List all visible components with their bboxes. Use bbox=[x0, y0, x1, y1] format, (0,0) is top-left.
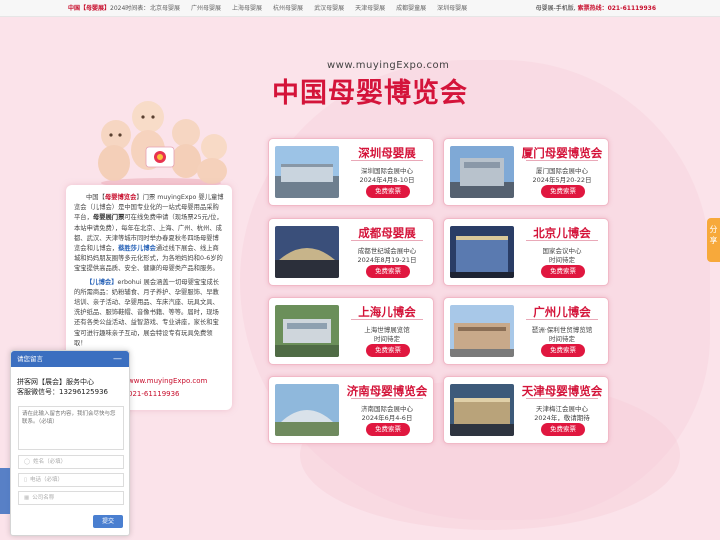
city-link[interactable]: 广州母婴展 bbox=[191, 0, 221, 17]
card-title: 上海儿博会 bbox=[358, 305, 416, 319]
card-date: 2024年5月20-22日 bbox=[532, 176, 592, 184]
footer-phone: 021-61119936 bbox=[128, 390, 180, 398]
card-date: 时间待定 bbox=[374, 335, 400, 343]
card-title: 深圳母婴展 bbox=[358, 146, 416, 160]
expo-card-guangzhou[interactable]: 广州儿博会 琶洲·保利世贸博览馆 时间待定 免费索票 bbox=[443, 297, 609, 365]
expo-card-shenzhen[interactable]: 深圳母婴展 深圳国际会展中心 2024年4月8-10日 免费索票 bbox=[268, 138, 434, 206]
schedule-title: 中国【母婴展】2024时间表： bbox=[68, 0, 149, 17]
city-link[interactable]: 武汉母婴展 bbox=[314, 0, 344, 17]
card-divider bbox=[526, 240, 598, 241]
city-link[interactable]: 杭州母婴展 bbox=[273, 0, 303, 17]
free-ticket-button[interactable]: 免费索票 bbox=[366, 344, 410, 357]
venue-photo bbox=[450, 305, 514, 357]
card-date: 2024年4月8-10日 bbox=[359, 176, 415, 184]
venue-photo bbox=[275, 146, 339, 198]
expo-card-xiamen[interactable]: 厦门母婴博览会 厦门国际会展中心 2024年5月20-22日 免费索票 bbox=[443, 138, 609, 206]
venue-photo bbox=[450, 226, 514, 278]
intro-paragraph-1: 中国【母婴博览会】门票 muyingExpo 婴儿童博览会（儿博会）是中国专业化… bbox=[74, 194, 224, 273]
venue-photo bbox=[275, 384, 339, 436]
card-date: 时间待定 bbox=[549, 256, 575, 264]
card-title: 北京儿博会 bbox=[533, 226, 591, 240]
card-date: 2024年，敬请期待 bbox=[534, 414, 590, 422]
chat-title: 请您留言 bbox=[17, 355, 43, 363]
expo-card-shanghai[interactable]: 上海儿博会 上海世博展览馆 时间待定 免费索票 bbox=[268, 297, 434, 365]
expo-card-chengdu[interactable]: 成都母婴展 成都世纪城会展中心 2024年8月19-21日 免费索票 bbox=[268, 218, 434, 286]
chat-header: 请您留言 — bbox=[11, 351, 129, 367]
free-ticket-button[interactable]: 免费索票 bbox=[541, 265, 585, 278]
city-link[interactable]: 上海母婴展 bbox=[232, 0, 262, 17]
card-date: 时间待定 bbox=[549, 335, 575, 343]
venue-photo bbox=[450, 384, 514, 436]
name-field[interactable]: ◯ 姓名（必填） bbox=[18, 455, 124, 469]
card-title: 成都母婴展 bbox=[358, 226, 416, 240]
city-link[interactable]: 深圳母婴展 bbox=[437, 0, 467, 17]
company-field[interactable]: ▦ 公司名称 bbox=[18, 491, 124, 505]
card-date: 2024年6月4-6日 bbox=[361, 414, 413, 422]
card-title: 济南母婴博览会 bbox=[346, 384, 428, 398]
phone-icon: ▯ bbox=[24, 477, 28, 483]
intro-footer: www.muyingExpo.com 021-61119936 bbox=[128, 375, 207, 401]
page-title: 中国母婴博览会 bbox=[272, 78, 468, 109]
card-title: 广州儿博会 bbox=[533, 305, 591, 319]
free-ticket-button[interactable]: 免费索票 bbox=[541, 423, 585, 436]
schedule-prefix: 中国【母婴展】 bbox=[68, 5, 111, 12]
top-bar: 中国【母婴展】2024时间表： 北京母婴展 广州母婴展 上海母婴展 杭州母婴展 … bbox=[0, 0, 720, 17]
card-title: 天津母婴博览会 bbox=[521, 384, 603, 398]
city-link[interactable]: 天津母婴展 bbox=[355, 0, 385, 17]
city-link[interactable]: 成都婴童展 bbox=[396, 0, 426, 17]
top-right: 母婴展-手机版, 索票热线：021-61119936 bbox=[536, 0, 656, 17]
card-divider bbox=[351, 240, 423, 241]
free-ticket-button[interactable]: 免费索票 bbox=[541, 344, 585, 357]
city-links: 北京母婴展 广州母婴展 上海母婴展 杭州母婴展 武汉母婴展 天津母婴展 成都婴童… bbox=[150, 0, 478, 17]
card-divider bbox=[526, 398, 598, 399]
card-divider bbox=[351, 319, 423, 320]
chat-widget: 请您留言 — 拼客网【展会】服务中心 客服微信号：13296125936 ◯姓名… bbox=[10, 350, 130, 536]
hotline-label: 索票热线： bbox=[577, 5, 608, 12]
free-ticket-button[interactable]: 免费索票 bbox=[366, 423, 410, 436]
venue-photo bbox=[450, 146, 514, 198]
free-ticket-button[interactable]: 免费索票 bbox=[366, 265, 410, 278]
chat-info: 拼客网【展会】服务中心 客服微信号：13296125936 bbox=[11, 367, 129, 397]
footer-site[interactable]: www.muyingExpo.com bbox=[128, 375, 207, 388]
minimize-icon[interactable]: — bbox=[113, 351, 122, 367]
expo-card-jinan[interactable]: 济南母婴博览会 济南国际会展中心 2024年6月4-6日 免费索票 bbox=[268, 376, 434, 444]
mobile-version-link[interactable]: 母婴展-手机版, bbox=[536, 5, 576, 12]
user-icon: ◯ bbox=[24, 459, 31, 465]
site-url: www.muyingExpo.com bbox=[327, 60, 450, 71]
chat-service-name: 拼客网【展会】服务中心 bbox=[17, 378, 94, 386]
intro-highlight: 母婴博览会 bbox=[104, 194, 137, 201]
card-title: 厦门母婴博览会 bbox=[521, 146, 603, 160]
venue-photo bbox=[275, 226, 339, 278]
chat-wechat: 客服微信号：13296125936 bbox=[17, 388, 108, 396]
card-divider bbox=[526, 319, 598, 320]
schedule-suffix: 2024时间表： bbox=[110, 5, 150, 12]
submit-button[interactable]: 提交 bbox=[93, 515, 123, 528]
city-link[interactable]: 北京母婴展 bbox=[150, 0, 180, 17]
left-side-tab[interactable] bbox=[0, 468, 10, 514]
phone-field[interactable]: ▯ 电话（必填） bbox=[18, 473, 124, 487]
card-date: 2024年8月19-21日 bbox=[357, 256, 417, 264]
message-input[interactable] bbox=[18, 406, 124, 450]
intro-link[interactable]: 蔡胜莎儿博会 bbox=[118, 245, 156, 252]
building-icon: ▦ bbox=[24, 495, 30, 501]
hotline-number: 021-61119936 bbox=[607, 5, 656, 12]
expo-card-tianjin[interactable]: 天津母婴博览会 天津梅江会展中心 2024年，敬请期待 免费索票 bbox=[443, 376, 609, 444]
expo-card-beijing[interactable]: 北京儿博会 国家会议中心 时间待定 免费索票 bbox=[443, 218, 609, 286]
free-ticket-button[interactable]: 免费索票 bbox=[366, 185, 410, 198]
card-divider bbox=[526, 160, 598, 161]
babies-illustration bbox=[98, 101, 227, 187]
card-divider bbox=[351, 398, 423, 399]
venue-photo bbox=[275, 305, 339, 357]
share-tab[interactable]: 分享 bbox=[707, 218, 720, 262]
intro-paragraph-2: 【儿博会】erbohui 展会涵盖一切母婴宝宝成长的所需商品：奶粉辅食、月子养护… bbox=[74, 278, 220, 347]
free-ticket-button[interactable]: 免费索票 bbox=[541, 185, 585, 198]
card-divider bbox=[351, 160, 423, 161]
